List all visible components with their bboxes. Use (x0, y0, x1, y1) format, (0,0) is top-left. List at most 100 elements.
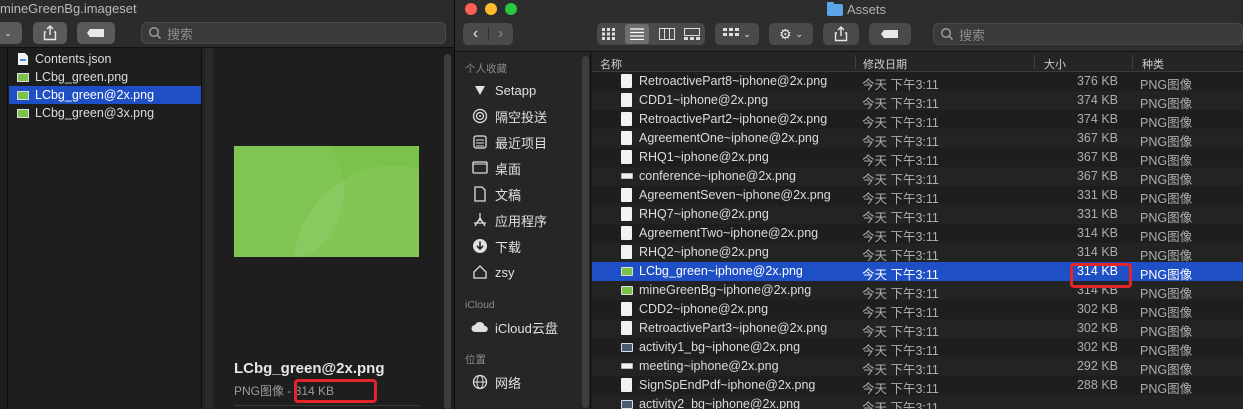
file-row[interactable]: AgreementOne~iphone@2x.png 今天 下午3:11 367 K… (592, 129, 1243, 149)
gallery-view-icon[interactable] (684, 28, 701, 40)
file-name: AgreementSeven~iphone@2x.png (639, 188, 831, 202)
column-header-size[interactable]: 大小 (1044, 56, 1066, 72)
file-row[interactable]: AgreementTwo~iphone@2x.png 今天 下午3:11 314 K… (592, 224, 1243, 244)
left-toolbar: ⌄ 搜索 (0, 18, 454, 48)
file-name: AgreementTwo~iphone@2x.png (639, 226, 819, 240)
sidebar-item-icloud-drive[interactable]: iCloud云盘 (471, 317, 558, 337)
right-titlebar: Assets (455, 0, 1243, 20)
view-dropdown-button[interactable]: ⌄ (0, 22, 22, 44)
png-file-icon (621, 207, 632, 221)
highlight-box-preview-size (294, 379, 377, 403)
file-row[interactable]: RHQ2~iphone@2x.png 今天 下午3:11 314 KB PNG图像 (592, 243, 1243, 263)
zoom-window-button[interactable] (505, 3, 517, 15)
back-icon[interactable]: ‹ (464, 25, 488, 43)
documents-icon (471, 185, 489, 203)
column-header-kind[interactable]: 种类 (1142, 56, 1164, 72)
sidebar-item-label: 隔空投送 (495, 109, 548, 125)
file-name: mineGreenBg~iphone@2x.png (639, 283, 812, 297)
right-search-field[interactable]: 搜索 (933, 23, 1243, 45)
icon-view-icon[interactable] (601, 28, 616, 40)
file-row[interactable]: CDD2~iphone@2x.png 今天 下午3:11 302 KB PNG图像 (592, 300, 1243, 320)
file-row[interactable]: LCbg_green~iphone@2x.png 今天 下午3:11 314 KB P… (592, 262, 1243, 282)
window-title: Assets (827, 1, 886, 17)
group-button[interactable]: ⌄ (715, 23, 759, 45)
left-search-field[interactable]: 搜索 (141, 22, 446, 44)
file-name: CDD1~iphone@2x.png (639, 93, 769, 107)
png-file-icon (621, 173, 633, 179)
file-row[interactable]: RetroactivePart8~iphone@2x.png 今天 下午3:11 3… (592, 72, 1243, 92)
file-row[interactable]: meeting~iphone@2x.png 今天 下午3:11 292 KB PNG图… (592, 357, 1243, 377)
file-name: LCbg_green@3x.png (35, 106, 155, 120)
sidebar-item-label: Setapp (495, 82, 537, 98)
file-row[interactable]: AgreementSeven~iphone@2x.png 今天 下午3:11 331… (592, 186, 1243, 206)
file-column-scrollbar[interactable] (201, 48, 215, 409)
sidebar-item-setapp[interactable]: Setapp (471, 80, 536, 100)
file-name: RHQ1~iphone@2x.png (639, 150, 769, 164)
sidebar-item-airdrop[interactable]: 隔空投送 (471, 106, 547, 126)
file-size: 314 KB (1076, 245, 1118, 259)
file-row[interactable]: CDD1~iphone@2x.png 今天 下午3:11 374 KB PNG图像 (592, 91, 1243, 111)
file-name: LCbg_green@2x.png (35, 88, 155, 102)
tag-button[interactable] (77, 22, 115, 44)
minimize-window-button[interactable] (485, 3, 497, 15)
file-row[interactable]: conference~iphone@2x.png 今天 下午3:11 367 KB P… (592, 167, 1243, 187)
tag-button[interactable] (869, 23, 911, 45)
file-row-lcbg-green-3x[interactable]: LCbg_green@3x.png (9, 104, 201, 122)
forward-icon[interactable]: › (489, 25, 513, 43)
applications-icon (471, 211, 489, 229)
file-size: 302 KB (1076, 302, 1118, 316)
file-row[interactable]: RetroactivePart3~iphone@2x.png 今天 下午3:11 3… (592, 319, 1243, 339)
share-icon (43, 25, 57, 41)
right-toolbar: ‹ › ⌄ ⚙ ⌄ 搜索 (455, 20, 1243, 52)
view-mode-segmented-control (597, 23, 705, 45)
file-name: LCbg_green~iphone@2x.png (639, 264, 803, 278)
file-row[interactable]: SignSpEndPdf~iphone@2x.png 今天 下午3:11 288 K… (592, 376, 1243, 396)
file-row-lcbg-green-2x[interactable]: LCbg_green@2x.png (9, 86, 201, 104)
sidebar-item-desktop[interactable]: 桌面 (471, 158, 521, 178)
file-name: RHQ2~iphone@2x.png (639, 245, 769, 259)
file-row[interactable]: activity1_bg~iphone@2x.png 今天 下午3:11 302 K… (592, 338, 1243, 358)
sidebar-section-favorites: 个人收藏 (465, 63, 507, 75)
column-header-name[interactable]: 名称 (600, 56, 622, 72)
network-icon (471, 373, 489, 391)
file-row-lcbg-green[interactable]: LCbg_green.png (9, 68, 201, 86)
sidebar-scrollbar[interactable] (579, 52, 591, 409)
file-size: 331 KB (1076, 207, 1118, 221)
sidebar-item-downloads[interactable]: 下载 (471, 236, 521, 256)
file-size: 302 KB (1076, 340, 1118, 354)
search-placeholder: 搜索 (167, 26, 194, 42)
png-file-icon (621, 188, 632, 202)
column-view-icon[interactable] (658, 28, 675, 40)
file-row[interactable]: activity2_bg~iphone@2x.png 今天 下午3:11 (592, 395, 1243, 409)
search-icon (940, 27, 954, 41)
file-row-contents-json[interactable]: Contents.json (9, 50, 201, 68)
share-button[interactable] (33, 22, 67, 44)
png-file-icon (621, 400, 633, 409)
sidebar-section-icloud: iCloud (465, 299, 495, 311)
sidebar-item-home[interactable]: zsy (471, 262, 515, 282)
share-button[interactable] (823, 23, 859, 45)
close-window-button[interactable] (465, 3, 477, 15)
left-scrollbar[interactable] (442, 48, 454, 409)
file-name: SignSpEndPdf~iphone@2x.png (639, 378, 816, 392)
share-icon (834, 26, 848, 42)
sidebar-item-documents[interactable]: 文稿 (471, 184, 521, 204)
sidebar: 个人收藏 Setapp 隔空投送 最近项目 桌面 文稿 应用程序 下载 zsy … (455, 52, 591, 409)
file-column: Contents.json LCbg_green.png LCbg_green@… (9, 48, 201, 409)
sidebar-item-applications[interactable]: 应用程序 (471, 210, 547, 230)
png-file-icon (621, 112, 632, 126)
file-size: 288 KB (1076, 378, 1118, 392)
sidebar-item-network[interactable]: 网络 (471, 372, 521, 392)
action-button[interactable]: ⚙ ⌄ (769, 23, 813, 45)
sidebar-item-recents[interactable]: 最近项目 (471, 132, 547, 152)
column-header-date[interactable]: 修改日期 (863, 56, 907, 72)
tag-icon (87, 29, 104, 37)
list-view-icon[interactable] (625, 24, 650, 44)
file-row[interactable]: RHQ1~iphone@2x.png 今天 下午3:11 367 KB PNG图像 (592, 148, 1243, 168)
file-row[interactable]: RHQ7~iphone@2x.png 今天 下午3:11 331 KB PNG图像 (592, 205, 1243, 225)
file-size: 374 KB (1076, 93, 1118, 107)
png-file-icon (621, 150, 632, 164)
parent-column[interactable] (0, 48, 8, 409)
file-row[interactable]: mineGreenBg~iphone@2x.png 今天 下午3:11 314 KB… (592, 281, 1243, 301)
file-row[interactable]: RetroactivePart2~iphone@2x.png 今天 下午3:11 3… (592, 110, 1243, 130)
